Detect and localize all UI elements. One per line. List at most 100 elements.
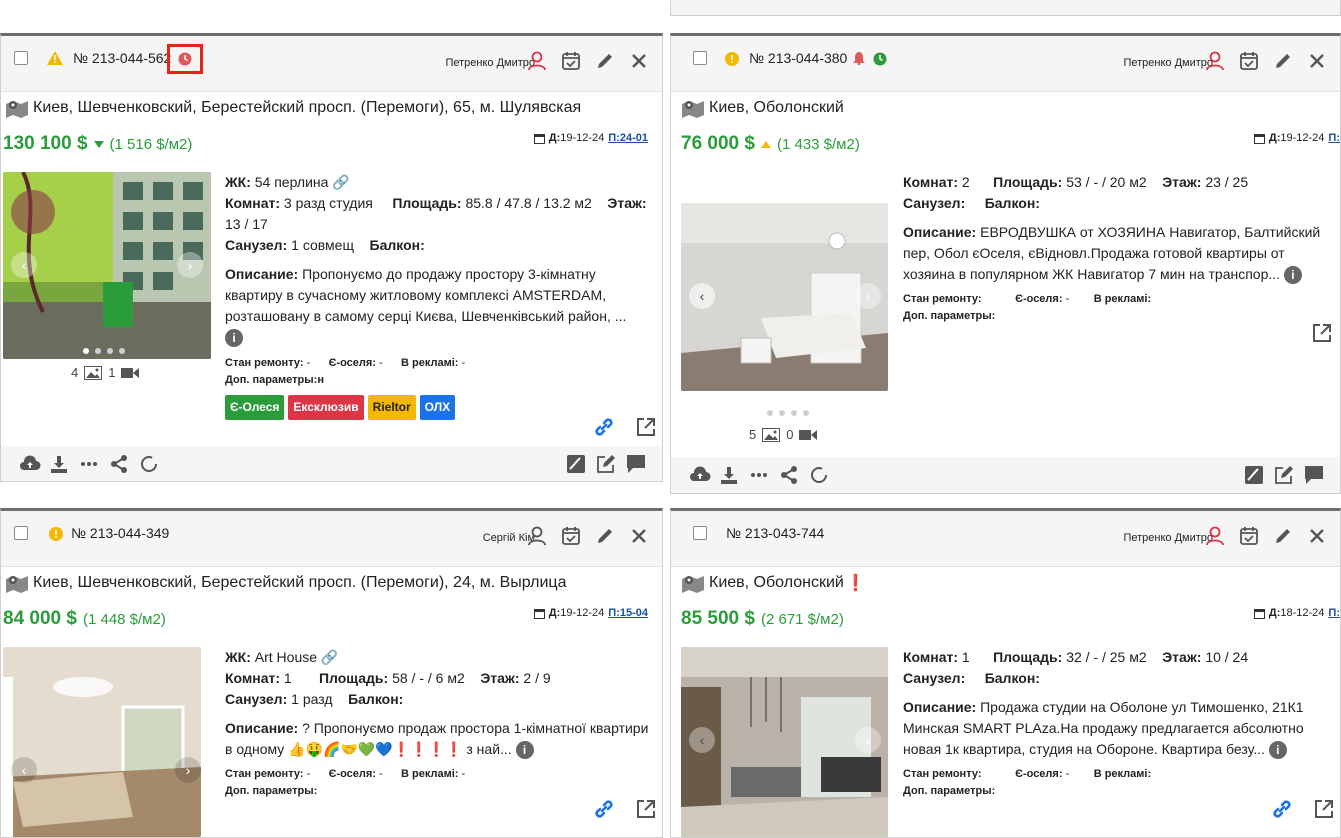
price: 84 000 $ (1 448 $/м2) xyxy=(3,608,166,630)
tag-exclusive[interactable]: Ексклюзив xyxy=(288,395,364,420)
tag-rieltor[interactable]: Rieltor xyxy=(367,395,416,420)
select-checkbox[interactable] xyxy=(693,51,707,65)
address-text: Киев, Шевченковский, Берестейский просп.… xyxy=(33,574,567,591)
map-pin-icon xyxy=(6,101,28,118)
listing-photo[interactable]: ‹ › xyxy=(3,647,201,837)
map-pin-icon xyxy=(682,576,704,593)
edit-pencil-icon[interactable] xyxy=(1272,525,1294,547)
price: 130 100 $ (1 516 $/м2) xyxy=(3,133,192,155)
link-icon[interactable]: 🔗 xyxy=(332,174,349,190)
signature-icon[interactable] xyxy=(566,454,586,474)
chain-link-icon[interactable] xyxy=(1271,798,1293,820)
clock-icon[interactable] xyxy=(873,52,887,66)
calendar-icon xyxy=(1253,608,1265,619)
download-icon[interactable] xyxy=(49,454,69,474)
bell-icon[interactable] xyxy=(853,52,865,65)
history-highlight[interactable] xyxy=(167,44,203,74)
p-link[interactable]: П:15-04 xyxy=(608,607,648,619)
photo-prev-button[interactable]: ‹ xyxy=(689,727,715,753)
calendar-check-icon[interactable] xyxy=(1238,525,1260,547)
card-footer xyxy=(671,457,1340,493)
loading-icon[interactable] xyxy=(809,465,829,485)
close-icon[interactable] xyxy=(628,50,650,72)
listing-photo[interactable]: ‹ › xyxy=(3,172,211,359)
p-link[interactable]: П:24-01 xyxy=(608,132,648,144)
image-icon xyxy=(762,427,781,442)
info-icon[interactable]: i xyxy=(1268,741,1287,759)
select-checkbox[interactable] xyxy=(693,526,707,540)
more-icon[interactable] xyxy=(79,454,99,474)
dates: Д:18-12-24 П: xyxy=(1253,607,1340,619)
photo-prev-button[interactable]: ‹ xyxy=(11,757,37,783)
calendar-check-icon[interactable] xyxy=(560,525,582,547)
map-pin-icon xyxy=(682,101,704,118)
tags: Є-Олеся Ексклюзив Rieltor ОЛХ xyxy=(225,395,653,420)
tag-olx[interactable]: ОЛХ xyxy=(419,395,456,420)
loading-icon[interactable] xyxy=(139,454,159,474)
user-icon[interactable] xyxy=(1204,525,1226,547)
photo-next-button[interactable]: › xyxy=(177,252,203,278)
card-header: № 213-043-744 Петренко Дмитро xyxy=(671,511,1340,567)
comment-icon[interactable] xyxy=(1304,465,1324,485)
external-link-icon[interactable] xyxy=(1311,322,1333,344)
edit-note-icon[interactable] xyxy=(596,454,616,474)
photo-prev-button[interactable]: ‹ xyxy=(689,283,715,309)
download-icon[interactable] xyxy=(719,465,739,485)
share-icon[interactable] xyxy=(109,454,129,474)
alert-circle-icon xyxy=(725,52,739,66)
photo-next-button[interactable]: › xyxy=(175,757,201,783)
price-value: 85 500 $ xyxy=(681,608,755,629)
agent-name: Петренко Дмитро xyxy=(1123,57,1213,69)
photo-prev-button[interactable]: ‹ xyxy=(11,252,37,278)
price: 76 000 $ (1 433 $/м2) xyxy=(681,133,860,155)
price-value: 84 000 $ xyxy=(3,608,77,629)
more-icon[interactable] xyxy=(749,465,769,485)
map-pin-icon xyxy=(6,576,28,593)
link-icon[interactable]: 🔗 xyxy=(321,649,338,665)
price-per-m2: (1 448 $/м2) xyxy=(82,610,166,628)
photo-next-button[interactable]: › xyxy=(855,727,881,753)
chain-link-icon[interactable] xyxy=(593,798,615,820)
edit-pencil-icon[interactable] xyxy=(594,525,616,547)
listing-photo[interactable]: ‹ › xyxy=(681,647,888,837)
photo-next-button[interactable]: › xyxy=(855,283,881,309)
price-value: 76 000 $ xyxy=(681,133,755,154)
price-per-m2: (1 516 $/м2) xyxy=(109,135,193,153)
calendar-icon xyxy=(533,133,545,144)
external-link-icon[interactable] xyxy=(1313,798,1335,820)
image-icon xyxy=(84,365,103,380)
p-link[interactable]: П: xyxy=(1328,132,1340,144)
calendar-check-icon[interactable] xyxy=(560,50,582,72)
select-checkbox[interactable] xyxy=(14,51,28,65)
share-icon[interactable] xyxy=(779,465,799,485)
close-icon[interactable] xyxy=(1306,50,1328,72)
p-link[interactable]: П: xyxy=(1328,607,1340,619)
close-icon[interactable] xyxy=(1306,525,1328,547)
edit-note-icon[interactable] xyxy=(1274,465,1294,485)
external-link-icon[interactable] xyxy=(635,798,657,820)
listing-card: № 213-044-380 Петренко Дмитро Киев, Обол… xyxy=(670,33,1341,494)
tag-eolesya[interactable]: Є-Олеся xyxy=(225,395,285,420)
info-icon[interactable]: i xyxy=(1283,266,1302,284)
info-icon[interactable]: i xyxy=(515,741,534,759)
select-checkbox[interactable] xyxy=(14,526,28,540)
photo-dots xyxy=(767,410,809,416)
comment-icon[interactable] xyxy=(626,454,646,474)
user-icon[interactable] xyxy=(526,525,548,547)
listing-card: № 213-044-349 Сергій Кім Киев, Шевченков… xyxy=(0,508,663,838)
calendar-check-icon[interactable] xyxy=(1238,50,1260,72)
cloud-upload-icon[interactable] xyxy=(689,465,711,485)
edit-pencil-icon[interactable] xyxy=(1272,50,1294,72)
photo-dots xyxy=(83,348,125,354)
address: Киев, Оболонский xyxy=(681,98,844,118)
user-icon[interactable] xyxy=(1204,50,1226,72)
listing-photo[interactable]: ‹ › xyxy=(681,203,888,391)
cloud-upload-icon[interactable] xyxy=(19,454,41,474)
info-icon[interactable]: i xyxy=(225,329,243,347)
user-icon[interactable] xyxy=(526,50,548,72)
signature-icon[interactable] xyxy=(1244,465,1264,485)
external-link-icon[interactable] xyxy=(635,416,657,438)
chain-link-icon[interactable] xyxy=(593,416,615,438)
close-icon[interactable] xyxy=(628,525,650,547)
edit-pencil-icon[interactable] xyxy=(594,50,616,72)
